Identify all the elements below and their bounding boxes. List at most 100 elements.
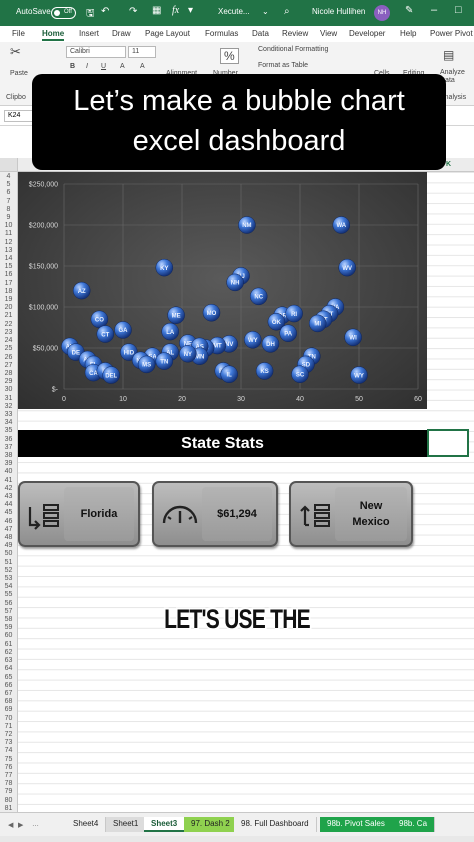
salary-card[interactable]: $61,294	[152, 481, 278, 547]
analyze-data-icon[interactable]: ▤	[443, 48, 454, 62]
tab-help[interactable]: Help	[400, 29, 416, 38]
bubble-chart[interactable]: $- $50,000 $100,000 $150,000 $200,000 $250,00…	[18, 172, 427, 409]
scissors-icon[interactable]: ✂	[10, 44, 21, 60]
row-header[interactable]: 9	[0, 214, 17, 221]
maximize-icon[interactable]: □	[455, 4, 462, 16]
italic-button[interactable]: I	[86, 63, 88, 70]
row-header[interactable]: 40	[0, 468, 17, 475]
row-header[interactable]: 79	[0, 788, 17, 795]
autosave-toggle[interactable]: Off	[51, 7, 76, 19]
row-header[interactable]: 4	[0, 173, 17, 180]
row-header[interactable]: 17	[0, 280, 17, 287]
minimize-icon[interactable]: –	[431, 4, 437, 16]
row-header[interactable]: 12	[0, 239, 17, 246]
format-as-table-button[interactable]: Format as Table	[258, 62, 308, 69]
chevron-down-icon[interactable]: ▾	[188, 5, 193, 16]
decrease-font-icon[interactable]: A	[140, 63, 145, 70]
row-header[interactable]: 43	[0, 493, 17, 500]
percent-icon[interactable]: %	[220, 48, 239, 64]
row-header[interactable]: 49	[0, 542, 17, 549]
tab-page-layout[interactable]: Page Layout	[145, 29, 190, 38]
paste-label[interactable]: Paste	[10, 70, 28, 77]
row-header[interactable]: 77	[0, 772, 17, 779]
more-tabs-icon[interactable]: …	[32, 821, 39, 828]
conditional-formatting-button[interactable]: Conditional Formatting	[258, 46, 328, 53]
state-card-2[interactable]: New Mexico	[289, 481, 413, 547]
font-size-select[interactable]: 11	[128, 46, 156, 58]
sheet-tab[interactable]: Sheet1	[106, 817, 147, 832]
row-header[interactable]: 33	[0, 411, 17, 418]
chevron-down-icon[interactable]: ⌄	[262, 7, 269, 16]
row-header[interactable]: 35	[0, 427, 17, 434]
undo-icon[interactable]: ↶	[101, 6, 109, 17]
row-header[interactable]: 53	[0, 575, 17, 582]
row-header[interactable]: 19	[0, 296, 17, 303]
row-header[interactable]: 30	[0, 386, 17, 393]
tab-insert[interactable]: Insert	[79, 29, 99, 38]
row-header[interactable]: 65	[0, 674, 17, 681]
row-header[interactable]: 37	[0, 444, 17, 451]
sheet-tab[interactable]: 98. Full Dashboard	[234, 817, 317, 832]
row-header[interactable]: 54	[0, 583, 17, 590]
avatar[interactable]: NH	[374, 5, 390, 21]
row-header[interactable]: 8	[0, 206, 17, 213]
row-header[interactable]: 48	[0, 534, 17, 541]
grid-icon[interactable]: ▦	[152, 5, 161, 16]
row-header[interactable]: 80	[0, 797, 17, 804]
row-header[interactable]: 67	[0, 690, 17, 697]
row-header[interactable]: 32	[0, 403, 17, 410]
row-header[interactable]: 57	[0, 608, 17, 615]
sheet-tab[interactable]: Sheet3	[144, 817, 186, 832]
row-header[interactable]: 22	[0, 321, 17, 328]
row-header[interactable]: 5	[0, 181, 17, 188]
row-header[interactable]: 25	[0, 345, 17, 352]
font-name-select[interactable]: Calibri	[66, 46, 126, 58]
row-header[interactable]: 73	[0, 739, 17, 746]
row-header[interactable]: 47	[0, 526, 17, 533]
row-header[interactable]: 26	[0, 354, 17, 361]
row-header[interactable]: 14	[0, 255, 17, 262]
tab-file[interactable]: File	[12, 29, 25, 38]
row-header[interactable]: 72	[0, 731, 17, 738]
select-all-corner[interactable]	[0, 158, 18, 172]
state-card[interactable]: Florida	[18, 481, 140, 547]
row-header[interactable]: 6	[0, 189, 17, 196]
tab-review[interactable]: Review	[282, 29, 308, 38]
row-header[interactable]: 68	[0, 698, 17, 705]
row-header[interactable]: 62	[0, 649, 17, 656]
pen-icon[interactable]: ✎	[405, 5, 413, 16]
row-header[interactable]: 16	[0, 271, 17, 278]
row-header[interactable]: 21	[0, 312, 17, 319]
row-header[interactable]: 59	[0, 624, 17, 631]
row-header[interactable]: 27	[0, 362, 17, 369]
tab-formulas[interactable]: Formulas	[205, 29, 238, 38]
tab-developer[interactable]: Developer	[349, 29, 385, 38]
row-header[interactable]: 70	[0, 715, 17, 722]
row-header[interactable]: 58	[0, 616, 17, 623]
row-header[interactable]: 24	[0, 337, 17, 344]
row-header[interactable]: 15	[0, 263, 17, 270]
row-header[interactable]: 55	[0, 591, 17, 598]
row-header[interactable]: 18	[0, 288, 17, 295]
row-header[interactable]: 42	[0, 485, 17, 492]
search-icon[interactable]: ⌕	[284, 6, 290, 17]
row-header[interactable]: 61	[0, 641, 17, 648]
row-header[interactable]: 81	[0, 805, 17, 812]
scroll-right-icon[interactable]: ▶	[18, 821, 23, 829]
scroll-left-icon[interactable]: ◀	[8, 821, 13, 829]
save-icon[interactable]: 🖫	[86, 6, 95, 23]
bold-button[interactable]: B	[70, 63, 75, 70]
row-header[interactable]: 34	[0, 419, 17, 426]
row-header[interactable]: 38	[0, 452, 17, 459]
row-header[interactable]: 66	[0, 682, 17, 689]
row-header[interactable]: 28	[0, 370, 17, 377]
row-header[interactable]: 10	[0, 222, 17, 229]
font-color-icon[interactable]: A	[120, 63, 125, 70]
row-header[interactable]: 11	[0, 230, 17, 237]
row-header[interactable]: 64	[0, 665, 17, 672]
document-name[interactable]: Xecute...	[218, 7, 250, 16]
row-header[interactable]: 29	[0, 378, 17, 385]
row-header[interactable]: 23	[0, 329, 17, 336]
row-header[interactable]: 63	[0, 657, 17, 664]
row-header[interactable]: 7	[0, 198, 17, 205]
